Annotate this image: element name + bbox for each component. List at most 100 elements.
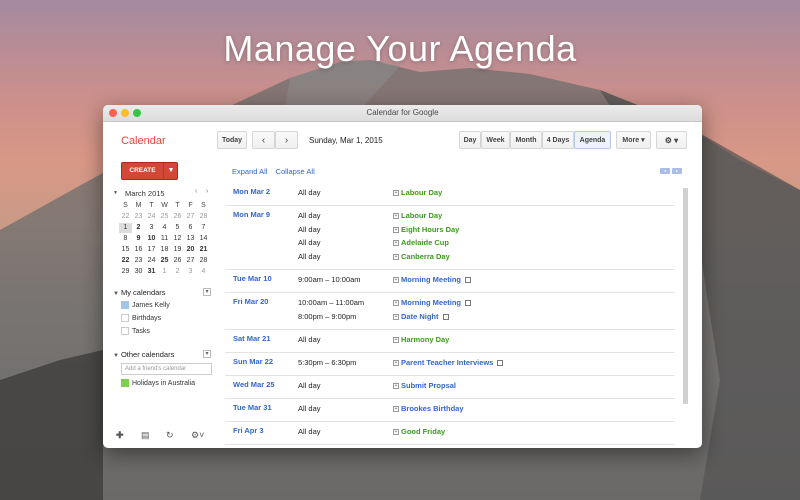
mini-day[interactable]: 23 xyxy=(132,212,145,222)
event-title[interactable]: + Parent Teacher Interviews xyxy=(393,358,504,367)
event-title[interactable]: + Labour Day xyxy=(393,211,442,220)
mini-day[interactable]: 11 xyxy=(158,234,171,244)
mini-day[interactable]: 5 xyxy=(171,223,184,233)
friend-calendar-input[interactable]: Add a friend's calendar xyxy=(121,363,212,375)
event-title[interactable]: + Brookes Birthday xyxy=(393,404,464,413)
expand-event-icon[interactable]: + xyxy=(393,226,399,233)
mini-day[interactable]: 3 xyxy=(184,267,197,277)
create-dropdown-icon[interactable]: ▼ xyxy=(163,163,178,179)
event-title[interactable]: + Morning Meeting xyxy=(393,298,471,307)
mini-day[interactable]: 14 xyxy=(197,234,210,244)
agenda-event[interactable]: All day + Harmony Day xyxy=(225,333,675,347)
expand-event-icon[interactable]: + xyxy=(393,277,399,283)
next-button[interactable]: › xyxy=(275,131,298,149)
view-4days-button[interactable]: 4 Days xyxy=(542,131,574,149)
mini-day[interactable]: 22 xyxy=(119,212,132,222)
collapse-all-link[interactable]: Collapse All xyxy=(276,167,315,176)
calendar-item-tasks[interactable]: Tasks xyxy=(121,327,150,335)
mini-day[interactable]: 1 xyxy=(119,223,132,233)
expand-event-icon[interactable]: + xyxy=(393,429,399,436)
prev-button[interactable]: ‹ xyxy=(252,131,275,149)
collapse-rows-icon[interactable]: ◂ xyxy=(660,168,670,174)
calendar-item-holidays[interactable]: Holidays in Australia xyxy=(121,379,195,387)
expand-all-link[interactable]: Expand All xyxy=(232,167,267,176)
expand-event-icon[interactable]: + xyxy=(393,240,399,247)
bottom-settings-icon[interactable]: ⚙˅ xyxy=(191,430,204,441)
agenda-event[interactable]: All day + Canberra Day xyxy=(225,250,675,264)
mini-day[interactable]: 27 xyxy=(184,212,197,222)
event-title[interactable]: + Eight Hours Day xyxy=(393,225,459,234)
mini-day[interactable]: 28 xyxy=(197,212,210,222)
collapse-caret-icon[interactable]: ▼ xyxy=(113,190,118,196)
agenda-event[interactable]: 9:00am – 10:00am + Morning Meeting xyxy=(225,273,675,287)
view-week-button[interactable]: Week xyxy=(481,131,510,149)
expand-event-icon[interactable]: + xyxy=(393,336,399,343)
event-title[interactable]: + Canberra Day xyxy=(393,252,450,261)
mini-day[interactable]: 12 xyxy=(171,234,184,244)
mini-day[interactable]: 29 xyxy=(119,267,132,277)
my-calendars-menu-icon[interactable]: ▾ xyxy=(203,288,211,296)
mini-day[interactable]: 7 xyxy=(197,223,210,233)
event-title[interactable]: + Date Night xyxy=(393,312,449,321)
expand-event-icon[interactable]: + xyxy=(393,300,399,307)
event-title[interactable]: + Submit Propsal xyxy=(393,381,456,390)
expand-event-icon[interactable]: + xyxy=(393,382,399,389)
mini-day[interactable]: 15 xyxy=(119,245,132,255)
agenda-event[interactable]: All day + Brookes Birthday xyxy=(225,402,675,416)
agenda-event[interactable]: 10:00am – 11:00am + Morning Meeting xyxy=(225,296,675,310)
expand-event-icon[interactable]: + xyxy=(393,190,399,197)
expand-event-icon[interactable]: + xyxy=(393,253,399,260)
expand-event-icon[interactable]: + xyxy=(393,359,399,366)
view-agenda-button[interactable]: Agenda xyxy=(574,131,611,149)
mini-day[interactable]: 9 xyxy=(132,234,145,244)
mini-day[interactable]: 2 xyxy=(171,267,184,277)
add-icon[interactable]: ✚ xyxy=(116,430,124,441)
agenda-event[interactable]: All day + Labour Day xyxy=(225,209,675,223)
mini-day[interactable]: 24 xyxy=(145,212,158,222)
mini-day[interactable]: 19 xyxy=(171,245,184,255)
mini-day[interactable]: 2 xyxy=(132,223,145,233)
mini-day[interactable]: 6 xyxy=(184,223,197,233)
mini-day[interactable]: 22 xyxy=(119,256,132,266)
refresh-icon[interactable]: ↻ xyxy=(166,430,174,441)
mini-prev-month-icon[interactable]: ‹ xyxy=(195,188,197,195)
mini-day[interactable]: 13 xyxy=(184,234,197,244)
mini-day[interactable]: 23 xyxy=(132,256,145,266)
mini-next-month-icon[interactable]: › xyxy=(206,188,208,195)
agenda-event[interactable]: All day + Good Friday xyxy=(225,425,675,439)
mini-day[interactable]: 26 xyxy=(171,212,184,222)
other-calendars-menu-icon[interactable]: ▾ xyxy=(203,350,211,358)
expand-event-icon[interactable]: + xyxy=(393,213,399,220)
agenda-event[interactable]: All day + Adelaide Cup xyxy=(225,236,675,250)
more-views-button[interactable]: More ▾ xyxy=(616,131,651,149)
mini-day[interactable]: 4 xyxy=(158,223,171,233)
agenda-event[interactable]: All day + Labour Day xyxy=(225,186,675,200)
settings-gear-icon[interactable]: ⚙ ▾ xyxy=(656,131,687,149)
mini-day[interactable]: 4 xyxy=(197,267,210,277)
mini-day[interactable]: 31 xyxy=(145,267,158,277)
event-title[interactable]: + Labour Day xyxy=(393,188,442,197)
mini-day[interactable]: 1 xyxy=(158,267,171,277)
agenda-event[interactable]: 8:00pm – 9:00pm + Date Night xyxy=(225,310,675,324)
mini-day[interactable]: 25 xyxy=(158,212,171,222)
event-title[interactable]: + Good Friday xyxy=(393,427,445,436)
agenda-event[interactable]: All day + Submit Propsal xyxy=(225,379,675,393)
mini-day[interactable]: 25 xyxy=(158,256,171,266)
expand-event-icon[interactable]: + xyxy=(393,406,399,413)
mini-day[interactable]: 3 xyxy=(145,223,158,233)
mini-day[interactable]: 21 xyxy=(197,245,210,255)
today-button[interactable]: Today xyxy=(217,131,247,149)
mini-day[interactable]: 16 xyxy=(132,245,145,255)
mini-day[interactable]: 28 xyxy=(197,256,210,266)
mini-day[interactable]: 30 xyxy=(132,267,145,277)
event-title[interactable]: + Adelaide Cup xyxy=(393,238,449,247)
mini-day[interactable]: 27 xyxy=(184,256,197,266)
view-day-button[interactable]: Day xyxy=(459,131,481,149)
create-button[interactable]: CREATE ▼ xyxy=(121,162,178,180)
mini-day[interactable]: 26 xyxy=(171,256,184,266)
mini-day[interactable]: 17 xyxy=(145,245,158,255)
mini-day[interactable]: 8 xyxy=(119,234,132,244)
agenda-event[interactable]: 5:30pm – 6:30pm + Parent Teacher Interview… xyxy=(225,356,675,370)
event-title[interactable]: + Harmony Day xyxy=(393,335,449,344)
print-icon[interactable]: ▤ xyxy=(141,430,150,441)
